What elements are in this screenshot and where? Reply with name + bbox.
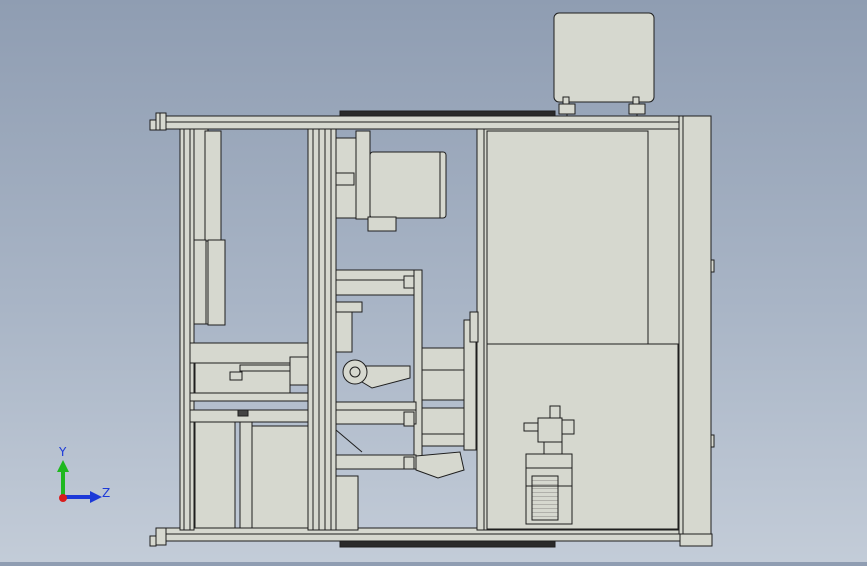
- linear-cylinder: [189, 342, 311, 529]
- feet: [149, 119, 157, 547]
- bottom-rail: [155, 527, 713, 548]
- top-rail: [155, 110, 712, 131]
- center-column: [307, 128, 337, 531]
- control-box: [553, 12, 655, 116]
- pneumatic-valve: [523, 405, 575, 525]
- electrical-cabinet: [476, 115, 715, 535]
- machine-drawing: Y Z: [57, 12, 715, 548]
- cad-viewport[interactable]: Y Z: [0, 0, 867, 562]
- z-axis-label: Z: [102, 486, 110, 500]
- motor: [335, 130, 447, 232]
- gripper-frame: [335, 269, 479, 479]
- coordinate-triad: [57, 460, 102, 503]
- y-axis-label: Y: [58, 445, 67, 459]
- lower-block: [335, 429, 363, 531]
